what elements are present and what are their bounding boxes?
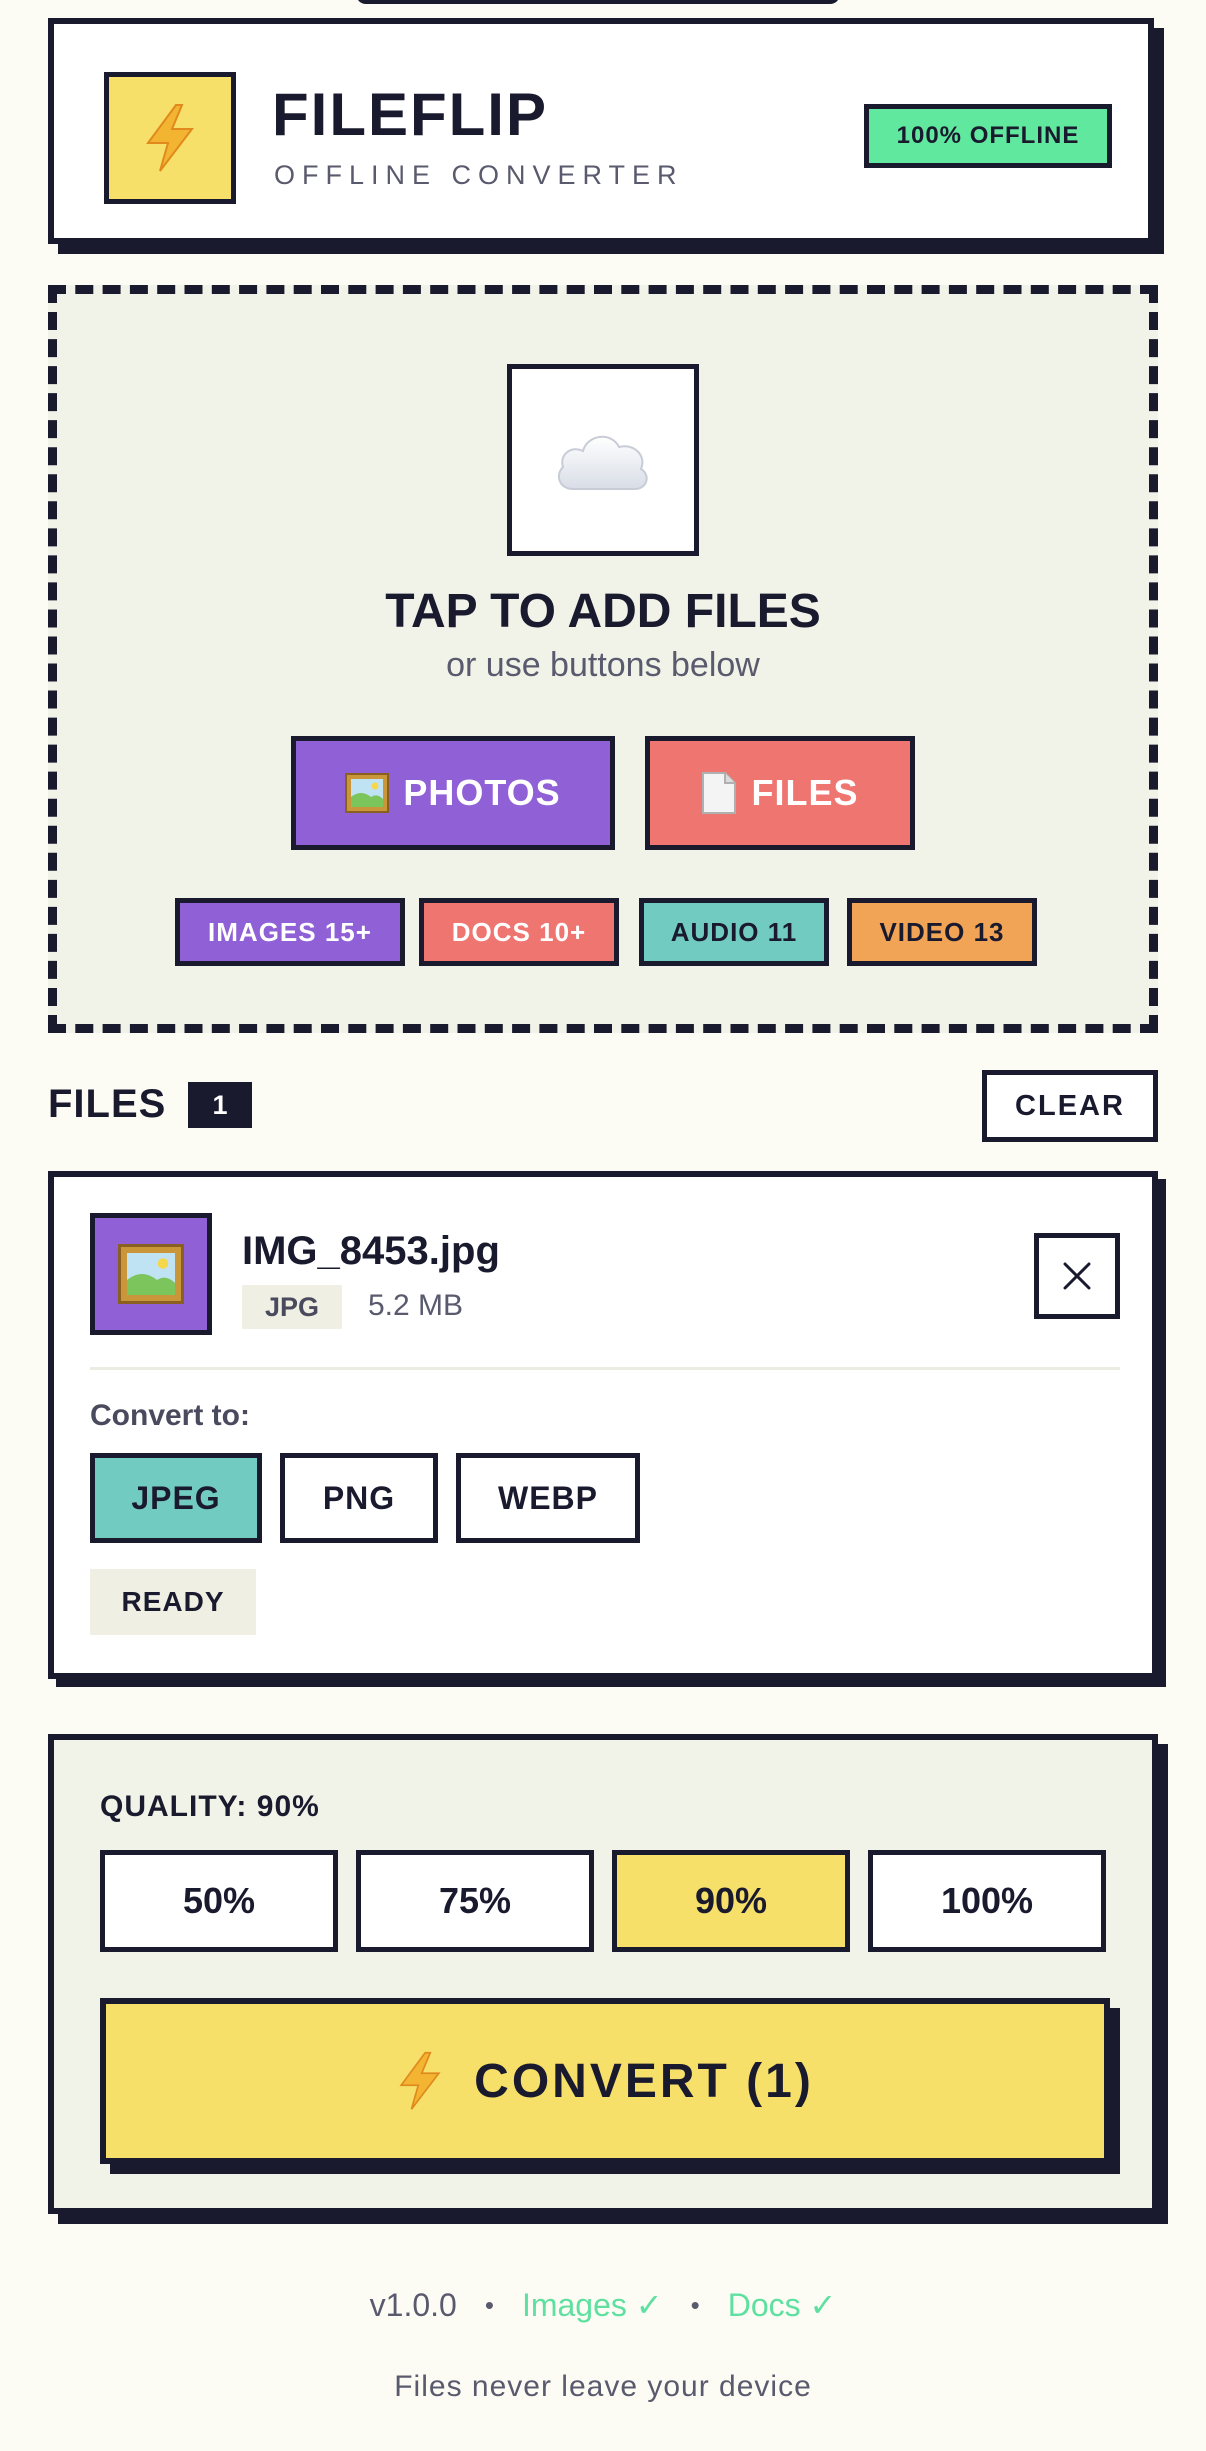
dropzone-subtitle: or use buttons below (446, 646, 760, 684)
format-option-jpeg[interactable]: JPEG (90, 1453, 262, 1543)
file-size: 5.2 MB (368, 1289, 464, 1322)
footer-meta: v1.0.0 • Images ✓ • Docs ✓ (0, 2286, 1206, 2324)
quality-option-50[interactable]: 50% (100, 1850, 338, 1952)
remove-file-button[interactable] (1034, 1233, 1120, 1319)
category-chip-docs: DOCS 10+ (419, 898, 619, 966)
files-count-badge: 1 (188, 1082, 252, 1128)
lightning-icon (146, 104, 195, 172)
files-button-label: FILES (751, 772, 859, 813)
photos-button-label: PHOTOS (403, 772, 561, 813)
format-option-webp[interactable]: WEBP (456, 1453, 640, 1543)
dropzone-title: TAP TO ADD FILES (385, 585, 821, 638)
format-option-png[interactable]: PNG (280, 1453, 438, 1543)
category-chip-video: VIDEO 13 (847, 898, 1037, 966)
upload-area-icon-box[interactable] (507, 364, 699, 556)
convert-button-label: CONVERT (1) (474, 2054, 814, 2108)
app-header: FILEFLIP OFFLINE CONVERTER 100% OFFLINE (48, 18, 1154, 244)
file-dropzone[interactable]: TAP TO ADD FILES or use buttons below PH… (48, 285, 1158, 1033)
app-title: FILEFLIP (272, 81, 548, 148)
picture-icon (345, 773, 390, 813)
file-status-badge: READY (90, 1569, 256, 1635)
version-label: v1.0.0 (369, 2286, 457, 2323)
docs-support-label: Docs ✓ (727, 2287, 837, 2323)
quality-panel: QUALITY: 90% 50% 75% 90% 100% CONVERT (1… (48, 1734, 1158, 2214)
photos-button[interactable]: PHOTOS (291, 736, 615, 850)
privacy-note: Files never leave your device (394, 2370, 812, 2403)
files-button[interactable]: FILES (645, 736, 915, 850)
lightning-icon (399, 2051, 441, 2110)
close-icon (1063, 1262, 1091, 1290)
app-subtitle: OFFLINE CONVERTER (274, 160, 684, 190)
quality-option-100[interactable]: 100% (868, 1850, 1106, 1952)
category-chip-images: IMAGES 15+ (175, 898, 405, 966)
files-heading: FILES (48, 1082, 167, 1126)
file-name: IMG_8453.jpg (242, 1229, 500, 1273)
card-divider (90, 1367, 1120, 1370)
separator-dot: • (690, 2289, 700, 2320)
offline-badge: 100% OFFLINE (864, 104, 1112, 168)
picture-icon (118, 1244, 184, 1304)
convert-to-label: Convert to: (90, 1399, 250, 1432)
images-support-label: Images ✓ (521, 2287, 663, 2323)
separator-dot: • (484, 2289, 494, 2320)
quality-option-90[interactable]: 90% (612, 1850, 850, 1952)
device-notch (356, 0, 840, 4)
file-thumbnail (90, 1213, 212, 1335)
category-chip-audio: AUDIO 11 (639, 898, 829, 966)
document-icon (702, 772, 737, 814)
clear-button[interactable]: CLEAR (982, 1070, 1158, 1142)
file-card: IMG_8453.jpg JPG 5.2 MB Convert to: JPEG… (48, 1171, 1158, 1679)
convert-button[interactable]: CONVERT (1) (100, 1998, 1110, 2164)
quality-option-75[interactable]: 75% (356, 1850, 594, 1952)
file-type-badge: JPG (242, 1285, 342, 1329)
cloud-icon (557, 436, 648, 490)
app-logo (104, 72, 236, 204)
quality-label: QUALITY: 90% (100, 1790, 320, 1823)
